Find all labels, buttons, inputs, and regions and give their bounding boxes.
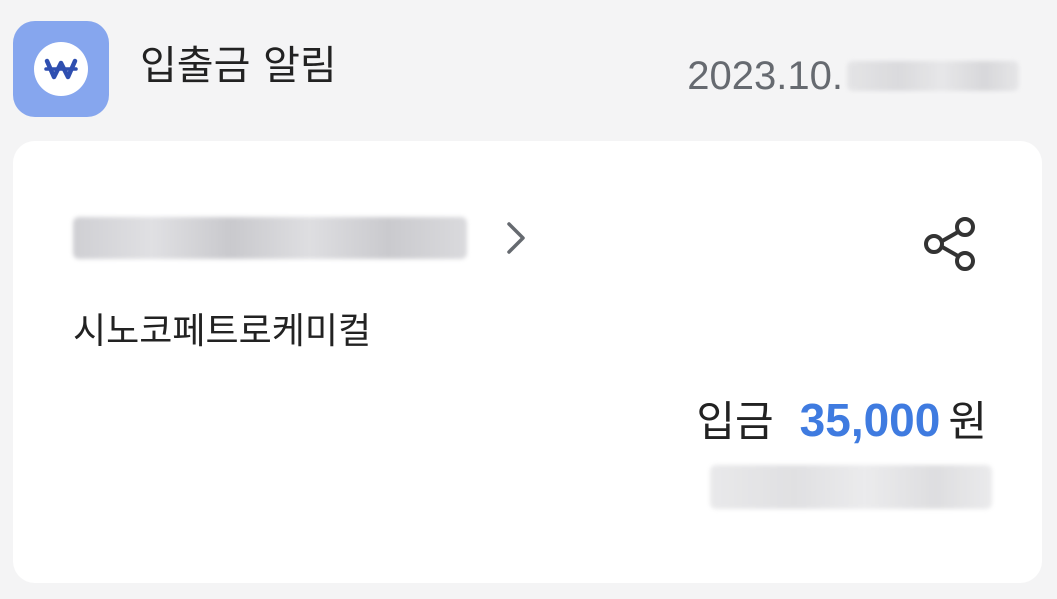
timestamp-date: 2023.10. xyxy=(687,53,843,98)
amount-value: 35,000 xyxy=(799,394,941,446)
transaction-card[interactable]: 시노코페트로케미컬 입금 35,000 원 xyxy=(13,141,1042,583)
merchant-name: 시노코페트로케미컬 xyxy=(73,311,372,352)
amount-row: 입금 35,000 원 xyxy=(696,389,987,453)
redacted-balance xyxy=(710,465,992,509)
chevron-right-icon[interactable] xyxy=(503,218,529,258)
app-icon xyxy=(13,21,109,117)
app-title: 입출금 알림 xyxy=(140,43,337,89)
redacted-account-number xyxy=(73,217,467,259)
won-sign-icon xyxy=(34,42,88,96)
redacted-time xyxy=(847,61,1019,91)
notification-timestamp: 2023.10. xyxy=(687,46,1019,106)
currency-unit: 원 xyxy=(948,397,987,446)
transaction-type: 입금 xyxy=(696,397,774,446)
share-icon[interactable] xyxy=(920,213,982,275)
account-row[interactable] xyxy=(73,217,529,259)
